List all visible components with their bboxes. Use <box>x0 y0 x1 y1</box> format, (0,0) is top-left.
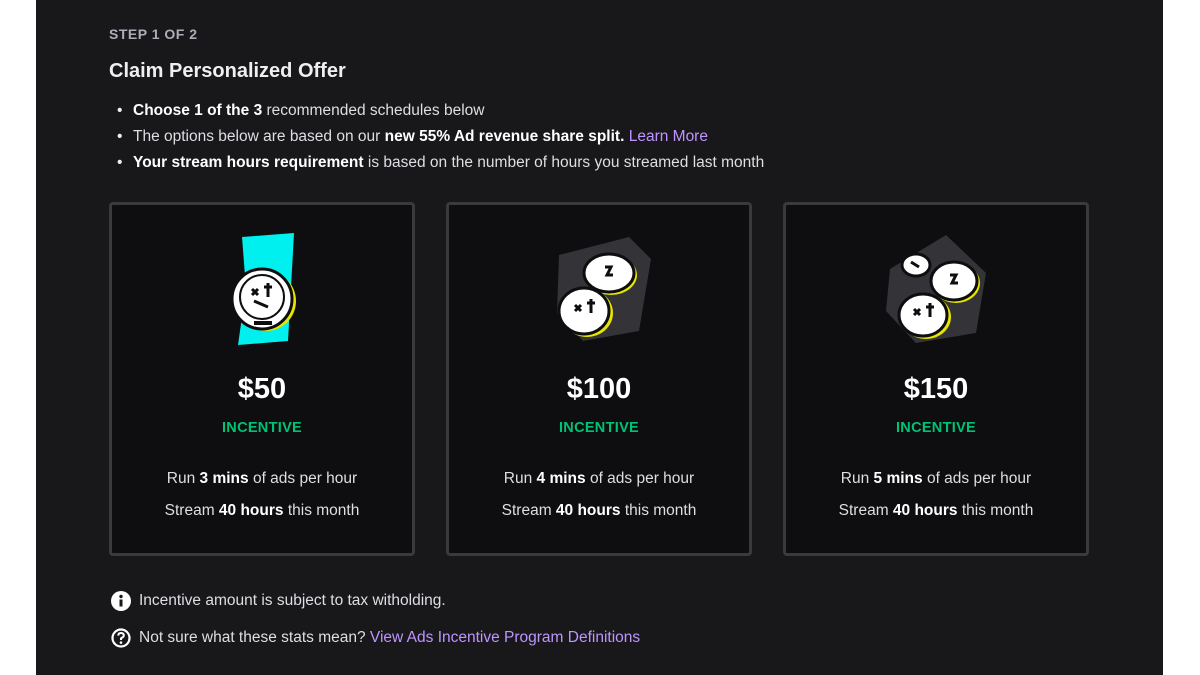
offer-card-100[interactable]: $100 INCENTIVE Run 4 mins of ads per hou… <box>446 202 752 556</box>
hours-requirement: Stream 40 hours this month <box>838 502 1034 519</box>
instructions-list: Choose 1 of the 3 recommended schedules … <box>109 101 764 179</box>
hours-requirement: Stream 40 hours this month <box>501 502 697 519</box>
incentive-label: INCENTIVE <box>895 420 977 436</box>
offer-card-150[interactable]: $150 INCENTIVE Run 5 mins of ads per hou… <box>783 202 1089 556</box>
instruction-bold: new 55% Ad revenue share split. <box>384 128 625 145</box>
offer-amount: $100 <box>566 373 632 405</box>
three-coins-illustration <box>886 235 986 343</box>
tax-note: Incentive amount is subject to tax witho… <box>111 590 446 612</box>
learn-more-link[interactable]: Learn More <box>629 128 708 145</box>
step-indicator: STEP 1 OF 2 <box>109 26 198 42</box>
instruction-item: Your stream hours requirement is based o… <box>109 153 764 179</box>
instruction-text: The options below are based on our <box>133 128 385 145</box>
incentive-label: INCENTIVE <box>558 420 640 436</box>
ads-requirement: Run 3 mins of ads per hour <box>166 470 358 487</box>
program-definitions-link[interactable]: View Ads Incentive Program Definitions <box>370 629 640 646</box>
help-note-text: Not sure what these stats mean? <box>139 629 370 646</box>
ads-requirement: Run 5 mins of ads per hour <box>840 470 1032 487</box>
two-coins-illustration <box>557 237 651 341</box>
single-coin-illustration <box>230 233 296 345</box>
incentive-label: INCENTIVE <box>221 420 303 436</box>
offer-amount: $50 <box>237 373 287 405</box>
instruction-bold: Your stream hours requirement <box>133 154 364 171</box>
instruction-item: Choose 1 of the 3 recommended schedules … <box>109 101 764 127</box>
page-title: Claim Personalized Offer <box>109 60 346 82</box>
instruction-text: is based on the number of hours you stre… <box>363 154 765 171</box>
offer-card-50[interactable]: $50 INCENTIVE Run 3 mins of ads per hour… <box>109 202 415 556</box>
tax-note-text: Incentive amount is subject to tax witho… <box>139 592 446 609</box>
help-icon <box>111 628 131 648</box>
instruction-bold: Choose 1 of the 3 <box>133 102 263 119</box>
offer-amount: $150 <box>903 373 969 405</box>
instruction-item: The options below are based on our new 5… <box>109 127 764 153</box>
help-note: Not sure what these stats mean? View Ads… <box>111 627 640 649</box>
info-icon <box>111 591 131 611</box>
instruction-text: recommended schedules below <box>262 102 485 119</box>
hours-requirement: Stream 40 hours this month <box>164 502 360 519</box>
offer-panel: STEP 1 OF 2 Claim Personalized Offer Cho… <box>36 0 1163 675</box>
ads-requirement: Run 4 mins of ads per hour <box>503 470 695 487</box>
